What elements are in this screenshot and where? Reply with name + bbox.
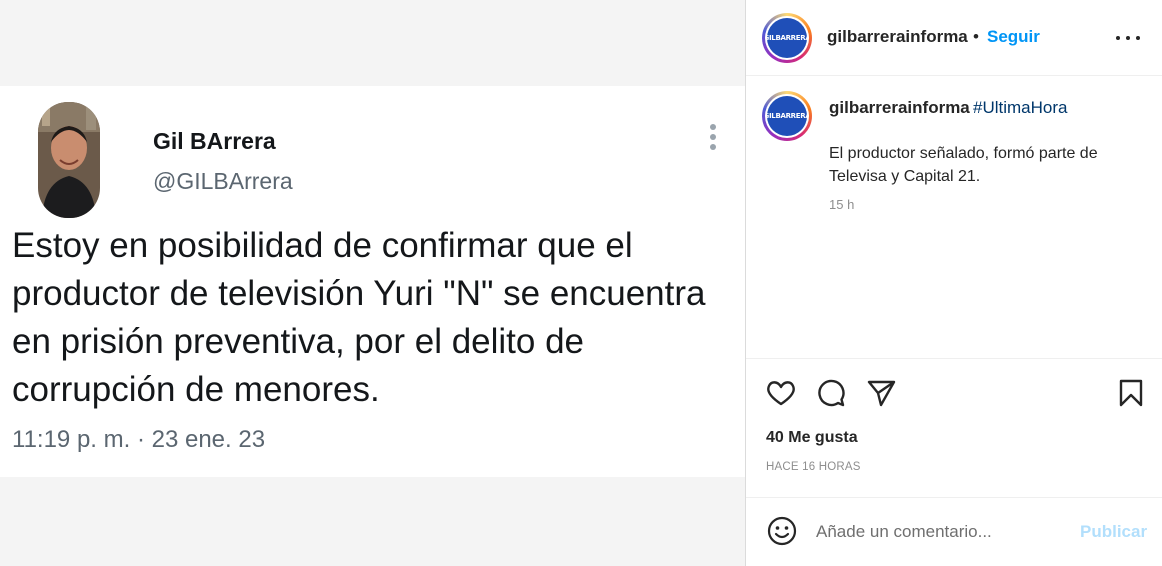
likes-count[interactable]: 40 Me gusta: [766, 429, 858, 447]
tweet-timestamp: 11:19 p. m. · 23 ene. 23: [12, 426, 266, 453]
brand-logo: GILBARRERA: [767, 18, 807, 58]
action-bar: 40 Me gusta HACE 16 HORAS: [746, 358, 1162, 498]
brand-logo: GILBARRERA: [767, 96, 807, 136]
logo-text: GILBARRERA: [767, 34, 807, 42]
comment-icon[interactable]: [815, 377, 847, 409]
post-username[interactable]: gilbarrerainforma: [827, 27, 968, 47]
publish-button[interactable]: Publicar: [1080, 522, 1147, 542]
tweet-more-icon: [708, 124, 718, 152]
heart-icon[interactable]: [765, 377, 797, 409]
post-side-panel: GILBARRERA gilbarrerainforma • Seguir GI…: [745, 0, 1162, 566]
profile-avatar[interactable]: GILBARRERA: [762, 13, 812, 63]
comment-input[interactable]: [816, 518, 1066, 546]
caption-text: El productor señalado, formó parte de Te…: [829, 145, 1098, 185]
tweet-author-name: Gil BArrera: [153, 128, 276, 154]
tweet-image: Gil BArrera @GILBArrera Estoy en posibil…: [0, 86, 745, 477]
share-icon[interactable]: [865, 377, 897, 409]
caption-avatar[interactable]: GILBARRERA: [762, 91, 812, 141]
tweet-author-handle: @GILBArrera: [153, 168, 293, 194]
tweet-avatar: [38, 102, 100, 218]
post-media: Gil BArrera @GILBArrera Estoy en posibil…: [0, 0, 745, 566]
follow-button[interactable]: Seguir: [987, 27, 1040, 47]
emoji-icon[interactable]: [766, 515, 798, 547]
caption-hashtag[interactable]: #UltimaHora: [973, 98, 1067, 118]
post-header: GILBARRERA gilbarrerainforma • Seguir: [746, 0, 1162, 76]
more-options-icon[interactable]: [1116, 28, 1140, 48]
caption-time: 15 h: [829, 197, 855, 212]
tweet-text: Estoy en posibilidad de confirmar que el…: [12, 226, 706, 409]
comment-bar: Publicar: [746, 497, 1162, 566]
caption-username[interactable]: gilbarrerainforma: [829, 98, 970, 118]
separator-dot: •: [973, 27, 979, 46]
logo-text: GILBARRERA: [767, 112, 807, 120]
post-age: HACE 16 HORAS: [766, 461, 861, 473]
bookmark-icon[interactable]: [1115, 377, 1147, 409]
